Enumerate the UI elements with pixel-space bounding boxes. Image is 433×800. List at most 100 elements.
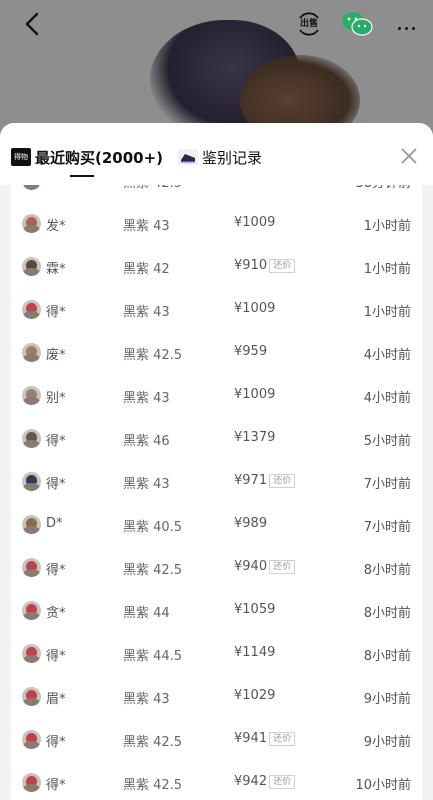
purchase-time: 8小时前 — [363, 563, 411, 578]
avatar — [22, 687, 41, 706]
avatar — [22, 558, 41, 577]
purchase-record-row: 得* 黑紫 42.5 ¥940 还价 8小时前 — [11, 546, 422, 589]
purchase-record-row: 得* 黑紫 44.5 ¥1149 8小时前 — [11, 632, 422, 675]
avatar — [22, 343, 41, 362]
buyer-name: 霖* — [46, 262, 66, 277]
close-button[interactable] — [400, 147, 418, 165]
avatar — [22, 214, 41, 233]
price: ¥1029 — [234, 688, 276, 703]
purchase-record-row: D* 黑紫 40.5 ¥989 7小时前 — [11, 503, 422, 546]
close-icon — [401, 148, 417, 164]
size-spec: 黑紫 46 — [123, 434, 170, 449]
buyer-name: 得* — [46, 477, 66, 492]
purchase-time: 1小时前 — [363, 305, 411, 320]
top-bar: 出售 — [0, 0, 433, 48]
purchase-record-row: 霖* 黑紫 42 ¥910 还价 1小时前 — [11, 245, 422, 288]
buyer-name: 发* — [46, 219, 66, 234]
buyer-name: 得* — [46, 563, 66, 578]
avatar — [22, 386, 41, 405]
purchase-time: 7小时前 — [363, 477, 411, 492]
buyer-name: 贪* — [46, 606, 66, 621]
buyer-name: 得* — [46, 649, 66, 664]
price: ¥1379 — [234, 430, 276, 445]
wechat-icon — [342, 12, 373, 36]
purchase-time: 4小时前 — [363, 348, 411, 363]
price: ¥1149 — [234, 645, 276, 660]
purchase-time: 7小时前 — [363, 520, 411, 535]
wechat-share-button[interactable] — [340, 10, 374, 38]
price: ¥1059 — [234, 602, 276, 617]
back-button[interactable] — [18, 10, 46, 38]
size-spec: 黑紫 40.5 — [123, 520, 183, 535]
tab-recent-label: 最近购买(2000+) — [35, 148, 164, 167]
size-spec: 黑紫 42.5 — [123, 778, 183, 793]
tab-recent-purchases[interactable]: 得物 最近购买(2000+) — [11, 145, 163, 169]
dewu-logo-icon: 得物 — [11, 148, 31, 166]
size-spec: 黑紫 43 — [123, 692, 170, 707]
recent-purchases-sheet: 得物 最近购买(2000+) 鉴别记录 x* 黑紫 42.5 ¥969 38分钟前发*… — [0, 123, 433, 800]
size-spec: 黑紫 43 — [123, 477, 170, 492]
buyer-name: x* — [46, 185, 60, 187]
purchase-time: 38分钟前 — [355, 185, 411, 191]
purchase-time: 1小时前 — [363, 262, 411, 277]
sell-icon — [299, 12, 319, 36]
price: ¥910 — [234, 258, 268, 273]
tab-auth-label: 鉴别记录 — [202, 148, 263, 167]
price: ¥959 — [234, 344, 268, 359]
avatar — [22, 300, 41, 319]
buyer-name: 得* — [46, 305, 66, 320]
active-tab-indicator — [70, 175, 94, 177]
size-spec: 黑紫 44.5 — [123, 649, 183, 664]
purchase-record-row: 得* 黑紫 43 ¥1009 1小时前 — [11, 288, 422, 331]
purchase-time: 4小时前 — [363, 391, 411, 406]
avatar — [22, 644, 41, 663]
bargain-tag: 还价 — [269, 775, 296, 789]
purchase-record-row: 得* 黑紫 43 ¥971 还价 7小时前 — [11, 460, 422, 503]
buyer-name: 别* — [46, 391, 66, 406]
price: ¥971 — [234, 473, 268, 488]
size-spec: 黑紫 44 — [123, 606, 170, 621]
purchase-time: 10小时前 — [355, 778, 411, 793]
avatar — [22, 730, 41, 749]
purchase-time: 8小时前 — [363, 649, 411, 664]
price: ¥989 — [234, 516, 268, 531]
avatar — [22, 185, 41, 190]
purchase-record-row: 贪* 黑紫 44 ¥1059 8小时前 — [11, 589, 422, 632]
buyer-name: D* — [46, 516, 63, 531]
size-spec: 黑紫 42.5 — [123, 348, 183, 363]
price: ¥969 — [234, 185, 267, 187]
price: ¥1009 — [234, 215, 276, 230]
size-spec: 黑紫 42.5 — [123, 185, 182, 191]
size-spec: 黑紫 42.5 — [123, 735, 183, 750]
purchase-record-row: 废* 黑紫 42.5 ¥959 4小时前 — [11, 331, 422, 374]
purchase-record-row: x* 黑紫 42.5 ¥969 38分钟前 — [11, 185, 422, 202]
purchase-time: 9小时前 — [363, 735, 411, 750]
dewu-logo-text: 得物 — [14, 153, 28, 161]
size-spec: 黑紫 42 — [123, 262, 170, 277]
bargain-tag: 还价 — [269, 474, 296, 488]
more-button[interactable] — [392, 10, 420, 38]
price: ¥940 — [234, 559, 268, 574]
purchase-time: 9小时前 — [363, 692, 411, 707]
size-spec: 黑紫 42.5 — [123, 563, 183, 578]
avatar — [22, 472, 41, 491]
purchase-time: 5小时前 — [363, 434, 411, 449]
price: ¥941 — [234, 731, 268, 746]
purchase-records-list[interactable]: x*黑紫 42.5¥96938分钟前发*黑紫 43¥10091小时前霖*黑紫 4… — [11, 185, 422, 800]
sneaker-thumbnail-icon — [178, 149, 198, 165]
avatar — [22, 601, 41, 620]
bargain-tag: 还价 — [269, 560, 296, 574]
tab-authentication-records[interactable]: 鉴别记录 — [178, 145, 262, 169]
buyer-name: 得* — [46, 434, 66, 449]
purchase-time: 8小时前 — [363, 606, 411, 621]
buyer-name: 得* — [46, 778, 66, 793]
size-spec: 黑紫 43 — [123, 391, 170, 406]
sheet-header: 得物 最近购买(2000+) 鉴别记录 — [0, 123, 433, 185]
price: ¥1009 — [234, 301, 276, 316]
purchase-time: 1小时前 — [363, 219, 411, 234]
avatar — [22, 257, 41, 276]
sell-button[interactable]: 出售 — [292, 8, 326, 40]
price: ¥942 — [234, 774, 268, 789]
purchase-record-row: 发* 黑紫 43 ¥1009 1小时前 — [11, 202, 422, 245]
price: ¥1009 — [234, 387, 276, 402]
